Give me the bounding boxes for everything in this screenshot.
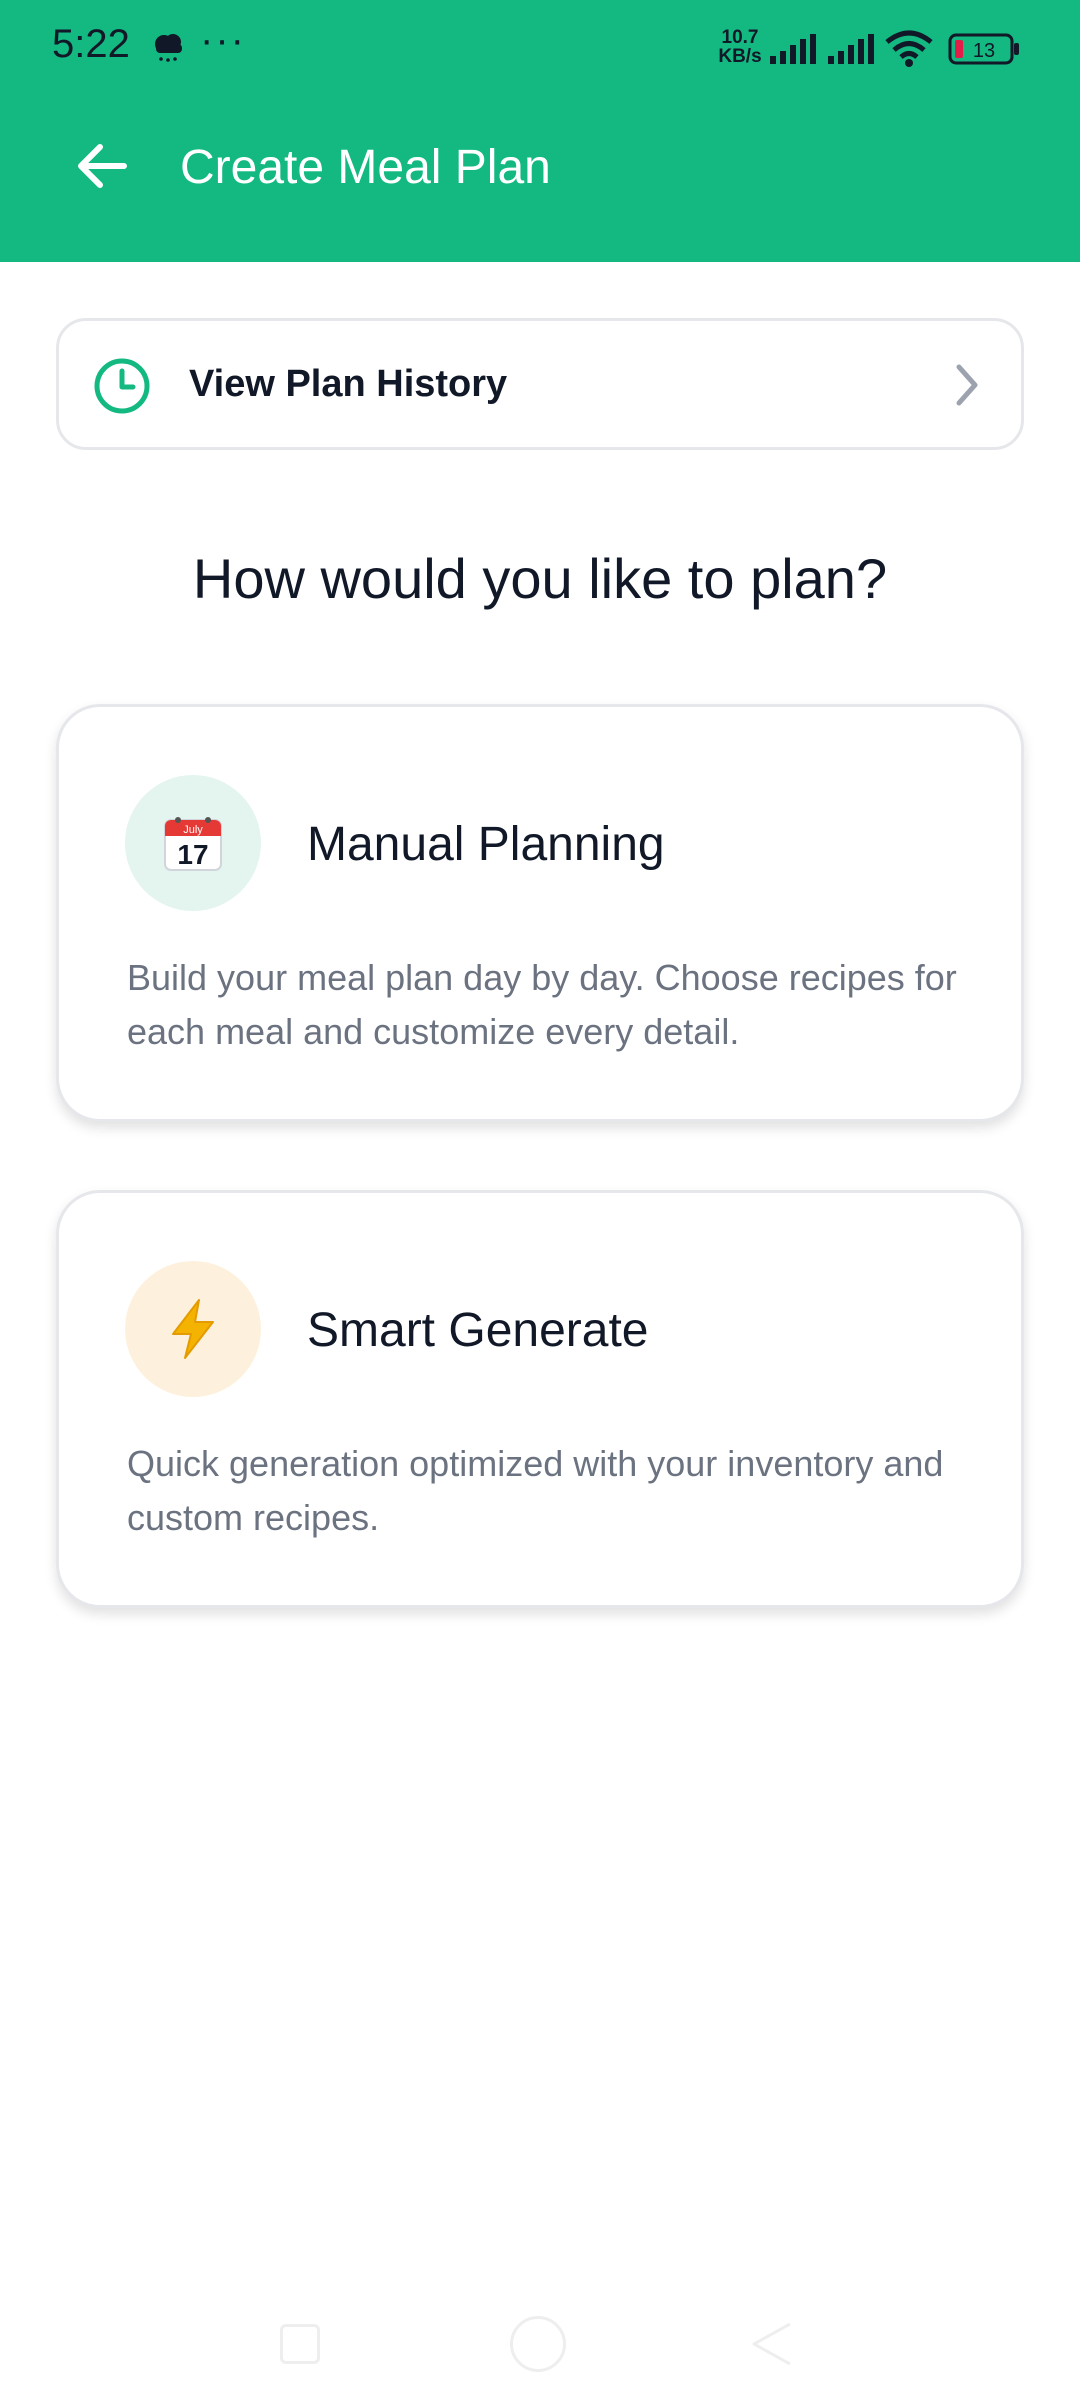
network-speed: 10.7 KB/s — [710, 28, 770, 66]
back-button[interactable] — [62, 128, 142, 208]
planning-question-heading: How would you like to plan? — [192, 547, 888, 610]
chevron-right-icon — [953, 363, 981, 412]
signal-icon — [768, 34, 818, 71]
calendar-icon: July 17 — [125, 775, 261, 911]
calendar-day: 17 — [177, 839, 208, 870]
manual-planning-description: Build your meal plan day by day. Choose … — [127, 957, 957, 1052]
manual-planning-title: Manual Planning — [307, 818, 665, 871]
arrow-left-icon — [76, 143, 128, 194]
clock-icon — [93, 357, 151, 420]
status-time: 5:22 — [52, 22, 130, 66]
smart-generate-card[interactable]: Smart Generate Quick generation optimize… — [56, 1190, 1024, 1608]
home-button[interactable] — [510, 2316, 566, 2372]
manual-planning-card[interactable]: July 17 Manual Planning Build your meal … — [56, 704, 1024, 1122]
wifi-icon — [884, 28, 934, 73]
system-back-button[interactable] — [750, 2320, 794, 2373]
header-background: 5:22 ··· 10.7 KB/s 13 Create Meal Plan — [0, 0, 1080, 262]
network-speed-unit: KB/s — [718, 46, 762, 67]
view-plan-history-label: View Plan History — [189, 363, 508, 405]
view-plan-history-button[interactable]: View Plan History — [56, 318, 1024, 450]
recent-apps-button[interactable] — [280, 2324, 320, 2364]
status-more-dots: ··· — [200, 18, 246, 62]
signal-icon — [826, 34, 876, 71]
system-navigation-bar — [0, 2296, 1080, 2400]
page-title: Create Meal Plan — [180, 141, 551, 194]
smart-generate-title: Smart Generate — [307, 1304, 649, 1357]
battery-icon: 13 — [948, 32, 1022, 71]
smart-generate-description: Quick generation optimized with your inv… — [127, 1443, 944, 1538]
weather-cloud-icon — [148, 26, 188, 71]
create-meal-plan-screen: 5:22 ··· 10.7 KB/s 13 Create Meal Plan V… — [0, 0, 1080, 2400]
battery-level: 13 — [973, 40, 995, 62]
calendar-month: July — [183, 824, 203, 836]
status-bar: 5:22 ··· 10.7 KB/s 13 — [0, 0, 1080, 96]
app-bar: Create Meal Plan — [0, 96, 1080, 262]
network-speed-value: 10.7 — [721, 27, 759, 48]
lightning-icon — [125, 1261, 261, 1397]
